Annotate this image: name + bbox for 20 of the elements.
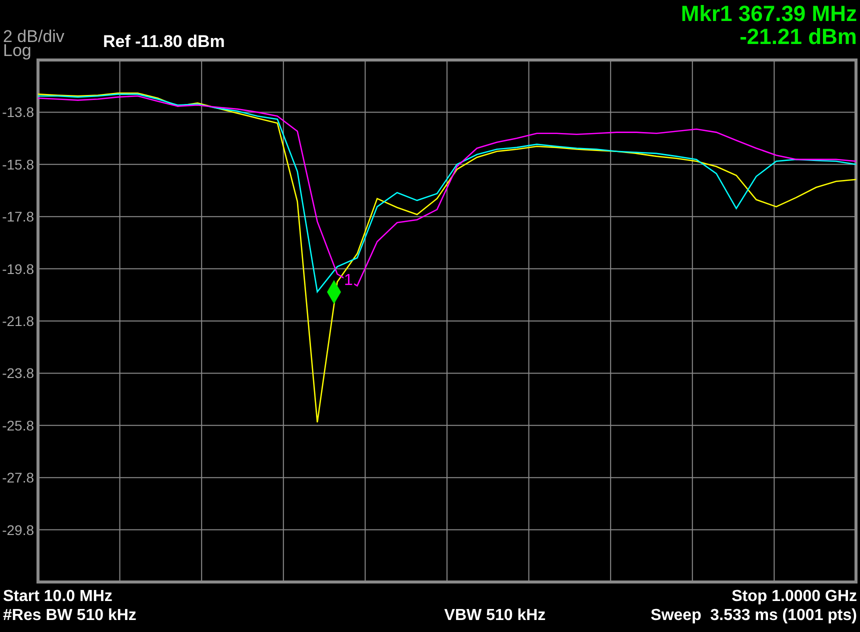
marker-diamond <box>327 280 341 304</box>
marker-amplitude: -21.21 dBm <box>740 25 857 48</box>
video-bandwidth: VBW 510 kHz <box>443 606 547 625</box>
y-tick-label: -17.8 <box>2 208 34 225</box>
sweep-time: Sweep 3.533 ms (1001 pts) <box>650 606 857 625</box>
y-tick-label: -23.8 <box>2 365 34 382</box>
start-frequency: Start 10.0 MHz <box>3 587 112 606</box>
scale-label: 2 dB/div <box>3 30 66 44</box>
resolution-bandwidth: #Res BW 510 kHz <box>3 606 138 625</box>
y-tick-label: -19.8 <box>2 260 34 277</box>
reference-level: Ref -11.80 dBm <box>103 32 225 53</box>
y-tick-label: -13.8 <box>2 104 34 120</box>
scale-mode: Log <box>3 44 32 58</box>
y-tick-label: -27.8 <box>2 470 34 486</box>
y-tick-label: -15.8 <box>2 156 34 172</box>
y-tick-label: -21.8 <box>2 313 34 329</box>
stop-frequency: Stop 1.0000 GHz <box>732 587 857 606</box>
y-tick-label: -29.8 <box>2 522 34 538</box>
y-tick-label: -25.8 <box>2 417 34 434</box>
marker-frequency: Mkr1 367.39 MHz <box>680 2 857 25</box>
